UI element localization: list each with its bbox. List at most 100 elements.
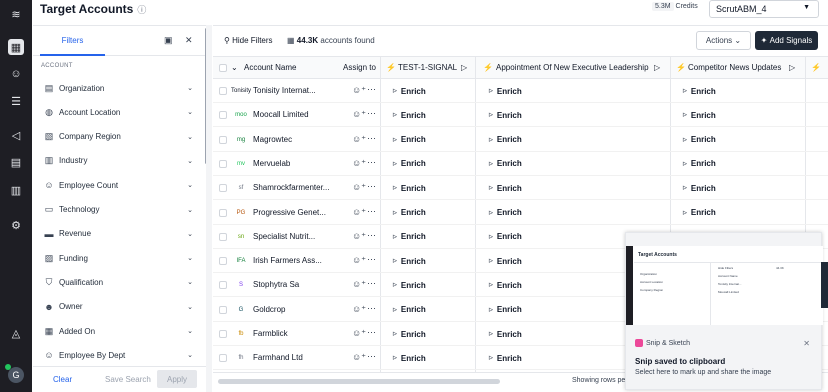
enrich-button[interactable]: ▷ Enrich xyxy=(678,180,721,196)
account-name-link[interactable]: Goldcrop xyxy=(253,305,335,314)
filter-item[interactable]: ▦ Added On ⌄ xyxy=(33,319,203,343)
horizontal-scrollbar[interactable] xyxy=(218,379,500,384)
chevron-down-icon[interactable]: ⌄ xyxy=(187,278,193,286)
enrich-button[interactable]: ▷ Enrich xyxy=(388,107,431,123)
chevron-down-icon[interactable]: ⌄ xyxy=(231,63,238,72)
account-name-link[interactable]: Farmhand Ltd xyxy=(253,353,335,362)
chevron-down-icon[interactable]: ⌄ xyxy=(187,108,193,116)
enrich-button[interactable]: ▷ Enrich xyxy=(484,277,527,293)
filter-item[interactable]: ▨ Funding ⌄ xyxy=(33,246,203,270)
row-checkbox[interactable] xyxy=(219,111,227,120)
info-icon[interactable]: ⓘ xyxy=(137,5,146,15)
account-name-link[interactable]: Moocall Limited xyxy=(253,110,335,119)
chevron-down-icon[interactable]: ⌄ xyxy=(187,230,193,238)
more-options-icon[interactable]: ⋯ xyxy=(367,303,376,314)
assign-user-icon[interactable]: ☺⁺ xyxy=(352,85,366,96)
col-assign[interactable]: Assign to xyxy=(343,63,376,72)
add-signals-button[interactable]: ✦ Add Signals xyxy=(755,31,818,50)
account-name-link[interactable]: Tonisity Internat... xyxy=(253,86,335,95)
enrich-button[interactable]: ▷ Enrich xyxy=(484,205,527,221)
filter-item[interactable]: ▧ Company Region ⌄ xyxy=(33,125,203,149)
more-options-icon[interactable]: ⋯ xyxy=(367,351,376,362)
enrich-button[interactable]: ▷ Enrich xyxy=(388,180,431,196)
snip-notification[interactable]: Target Accounts Organization Account Loc… xyxy=(625,232,823,390)
enrich-button[interactable]: ▷ Enrich xyxy=(678,156,721,172)
play-icon[interactable]: ▷ xyxy=(789,63,795,72)
enrich-button[interactable]: ▷ Enrich xyxy=(484,302,527,318)
enrich-button[interactable]: ▷ Enrich xyxy=(388,277,431,293)
enrich-button[interactable]: ▷ Enrich xyxy=(484,350,527,366)
assign-user-icon[interactable]: ☺⁺ xyxy=(352,255,366,266)
account-name-link[interactable]: Stophytra Sa xyxy=(253,280,335,289)
hide-filters-button[interactable]: ⚲ Hide Filters xyxy=(224,36,273,45)
assign-user-icon[interactable]: ☺⁺ xyxy=(352,158,366,169)
filter-item[interactable]: ☻ Owner ⌄ xyxy=(33,295,203,319)
close-icon[interactable]: ✕ xyxy=(803,339,810,348)
filter-item[interactable]: ▥ Industry ⌄ xyxy=(33,149,203,173)
enrich-button[interactable]: ▷ Enrich xyxy=(388,326,431,342)
more-options-icon[interactable]: ⋯ xyxy=(367,278,376,289)
col-signal-3[interactable]: Competitor News Updates xyxy=(688,63,781,72)
filter-item[interactable]: ▤ Organization ⌄ xyxy=(33,76,203,100)
enrich-button[interactable]: ▷ Enrich xyxy=(678,107,721,123)
filter-item[interactable]: ☺ Employee By Dept ⌄ xyxy=(33,343,203,367)
play-icon[interactable]: ▷ xyxy=(461,63,467,72)
row-checkbox[interactable] xyxy=(219,257,227,266)
chevron-down-icon[interactable]: ⌄ xyxy=(187,157,193,165)
play-icon[interactable]: ▷ xyxy=(654,63,660,72)
row-checkbox[interactable] xyxy=(219,87,227,95)
more-options-icon[interactable]: ⋯ xyxy=(367,108,376,119)
chevron-down-icon[interactable]: ⌄ xyxy=(187,133,193,141)
row-checkbox[interactable] xyxy=(219,184,227,193)
chevron-down-icon[interactable]: ⌄ xyxy=(187,254,193,262)
panel-divider[interactable] xyxy=(206,25,212,392)
assign-user-icon[interactable]: ☺⁺ xyxy=(352,207,366,218)
more-options-icon[interactable]: ⋯ xyxy=(367,157,376,168)
assign-user-icon[interactable]: ☺⁺ xyxy=(352,109,366,120)
enrich-button[interactable]: ▷ Enrich xyxy=(388,229,431,245)
enrich-button[interactable]: ▷ Enrich xyxy=(484,253,527,269)
more-options-icon[interactable]: ⋯ xyxy=(367,133,376,144)
account-name-link[interactable]: Progressive Genet... xyxy=(253,208,335,217)
col-signal-2[interactable]: Appointment Of New Executive Leadership xyxy=(496,63,649,72)
more-options-icon[interactable]: ⋯ xyxy=(367,84,376,95)
enrich-button[interactable]: ▷ Enrich xyxy=(678,83,721,99)
enrich-button[interactable]: ▷ Enrich xyxy=(484,180,527,196)
enrich-button[interactable]: ▷ Enrich xyxy=(388,350,431,366)
save-search-button[interactable]: Save Search xyxy=(105,375,151,384)
row-checkbox[interactable] xyxy=(219,159,227,168)
close-icon[interactable]: ✕ xyxy=(185,35,193,46)
enrich-button[interactable]: ▷ Enrich xyxy=(388,156,431,172)
account-name-link[interactable]: Farmblick xyxy=(253,329,335,338)
chevron-down-icon[interactable]: ⌄ xyxy=(187,351,193,359)
enrich-button[interactable]: ▷ Enrich xyxy=(388,83,431,99)
chevron-down-icon[interactable]: ⌄ xyxy=(187,303,193,311)
filter-item[interactable]: ▭ Technology ⌄ xyxy=(33,198,203,222)
filter-item[interactable]: ◍ Account Location ⌄ xyxy=(33,100,203,124)
avatar[interactable]: G xyxy=(5,364,24,383)
table-row[interactable]: mg Magrowtec ☺⁺ ⋯ ▷ Enrich ▷ Enrich ▷ Enrich xyxy=(213,128,828,152)
bell-icon[interactable]: ◬ xyxy=(8,325,24,341)
col-signal-1[interactable]: TEST-1-SIGNAL xyxy=(398,63,457,72)
select-all-checkbox[interactable] xyxy=(219,64,227,72)
enrich-button[interactable]: ▷ Enrich xyxy=(484,326,527,342)
enrich-button[interactable]: ▷ Enrich xyxy=(484,229,527,245)
chevron-down-icon[interactable]: ⌄ xyxy=(187,206,193,214)
chevron-down-icon[interactable]: ⌄ xyxy=(187,181,193,189)
enrich-button[interactable]: ▷ Enrich xyxy=(678,132,721,148)
account-name-link[interactable]: Irish Farmers Ass... xyxy=(253,256,335,265)
actions-button[interactable]: Actions ⌄ xyxy=(696,31,751,50)
assign-user-icon[interactable]: ☺⁺ xyxy=(352,231,366,242)
row-checkbox[interactable] xyxy=(219,135,227,144)
tab-filters[interactable]: Filters xyxy=(40,26,105,56)
chevron-down-icon[interactable]: ⌄ xyxy=(187,327,193,335)
row-checkbox[interactable] xyxy=(219,232,227,241)
more-options-icon[interactable]: ⋯ xyxy=(367,206,376,217)
enrich-button[interactable]: ▷ Enrich xyxy=(388,132,431,148)
filter-item[interactable]: ☺ Employee Count ⌄ xyxy=(33,173,203,197)
more-options-icon[interactable]: ⋯ xyxy=(367,230,376,241)
table-row[interactable]: moo Moocall Limited ☺⁺ ⋯ ▷ Enrich ▷ Enrich ▷ Enri… xyxy=(213,103,828,128)
ask-pitch-tab[interactable]: Ask Pitch xyxy=(813,262,828,308)
assign-user-icon[interactable]: ☺⁺ xyxy=(352,182,366,193)
document-icon[interactable]: ▥ xyxy=(8,182,24,198)
